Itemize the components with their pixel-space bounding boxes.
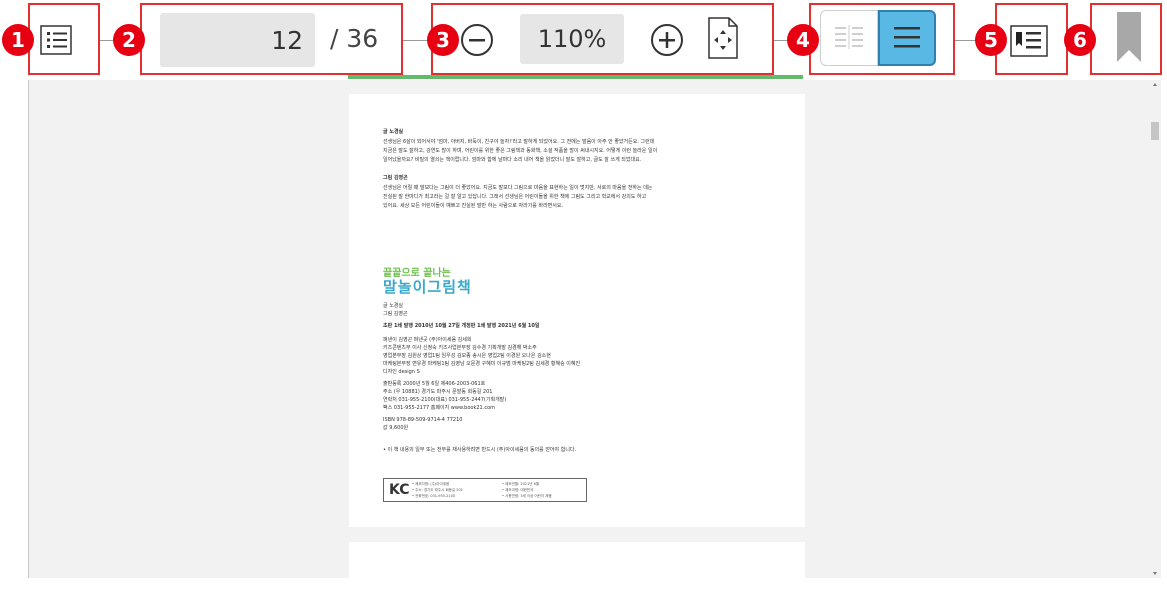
credit-author: 글 노경실 — [383, 303, 403, 309]
cert-line: • 제조자명: (주)아이세움 — [412, 482, 450, 486]
cert-line: • 주소: 경기도 파주시 회동길 201 — [412, 488, 463, 492]
next-document-page — [349, 542, 805, 602]
scroll-up-arrow-icon — [1153, 83, 1157, 86]
zoom-out-icon — [461, 24, 493, 56]
zoom-out-button[interactable] — [460, 23, 494, 57]
isbn-line: ISBN 978-89-509-9714-4 77210 — [383, 417, 463, 423]
publisher-line: 연락처 031-955-2100(대표) 031-955-2447(기획개발) — [383, 397, 507, 403]
cert-line: • 제조국명: 대한민국 — [502, 488, 534, 492]
zoom-level-display[interactable]: 110% — [520, 14, 624, 64]
single-page-view-button[interactable] — [878, 10, 936, 66]
callout-badge-5: 5 — [975, 24, 1007, 56]
callout-badge-3: 3 — [427, 24, 459, 56]
two-page-view-icon — [835, 25, 863, 49]
single-page-view-icon — [894, 27, 920, 48]
callout-badge-6: 6 — [1064, 24, 1096, 56]
total-pages-label: / 36 — [330, 24, 379, 53]
vertical-scrollbar[interactable] — [1149, 80, 1161, 578]
current-page-input[interactable]: 12 — [160, 13, 315, 67]
fit-page-button[interactable] — [706, 16, 740, 60]
fit-page-icon — [708, 17, 738, 59]
para1-line: 선생님은 6살이 되어서야 '엄마, 아버지, 바둑이, 친구야 놀자!'라고 … — [383, 139, 655, 145]
toc-list-icon — [40, 25, 72, 55]
publisher-line: 출판등록 2000년 5월 6일 제406-2003-061호 — [383, 381, 486, 387]
staff-line: 펴낸이 김영곤 펴낸곳 (주)아이세움 김세희 — [383, 337, 472, 343]
series-logo-title: 말놀이그림책 — [383, 278, 472, 296]
zoom-in-icon — [651, 24, 683, 56]
bookmark-icon — [1117, 12, 1141, 62]
para1-line: 일어났을까요? 비밀의 열쇠는 책이랍니다. 엄마와 함께 날마다 소리 내어 … — [383, 157, 642, 163]
edition-line: 초판 1쇄 발행 2010년 10월 27일 개정판 1쇄 발행 2021년 6… — [383, 323, 540, 329]
publisher-line: 팩스 031-955-2177 홈페이지 www.book21.com — [383, 405, 496, 411]
zoom-in-button[interactable] — [650, 23, 684, 57]
viewer-toolbar: 1 12 / 36 2 110% 3 4 5 6 — [0, 0, 1167, 80]
scrollbar-thumb[interactable] — [1151, 122, 1159, 140]
para2-line: 있어요. 세상 모든 어린이들이 예쁘고 진실된 말만 하는 사람으로 자라기를… — [383, 203, 564, 209]
document-page: 글 노경실 선생님은 6살이 되어서야 '엄마, 아버지, 바둑이, 친구야 놀… — [349, 94, 805, 527]
staff-line: 키즈콘텐츠부 이사 신정숙 키즈사업본부장 김수경 기획개발 김경해 박소주 — [383, 345, 537, 351]
staff-line: 디자인 design S — [383, 369, 420, 375]
para1-line: 지금은 말도 잘하고, 강연도 많이 하며, 어린이를 위한 좋은 그림책과 동… — [383, 148, 658, 154]
reading-progress-bar — [348, 75, 803, 79]
cert-line: • 사용연령: 3세 이상 어린이 제품 — [502, 494, 552, 498]
para2-line: 진실된 말 한마디가 최고라는 걸 잘 알고 있답니다. 그래서 선생님은 어린… — [383, 194, 647, 200]
kc-mark: KC — [389, 482, 410, 498]
cert-line: • 전화번호: 031-955-2100 — [412, 494, 456, 498]
para1-title: 글 노경실 — [383, 129, 404, 135]
bookmark-list-icon — [1010, 25, 1048, 57]
document-viewer[interactable]: 글 노경실 선생님은 6살이 되어서야 '엄마, 아버지, 바둑이, 친구야 놀… — [28, 80, 1161, 602]
publisher-line: 주소 (우 10881) 경기도 파주시 문발동 회동길 201 — [383, 389, 493, 395]
para2-line: 선생님은 어릴 때 말보다는 그림이 더 좋았어요. 지금도 말보다 그림으로 … — [383, 185, 653, 191]
staff-line: 영업본부장 김원상 영업1팀 임우성 김모종 송시은 영업2팀 이경원 오나은 … — [383, 353, 551, 359]
para2-title: 그림 김영곤 — [383, 175, 408, 181]
bookmark-button[interactable] — [1116, 12, 1142, 64]
two-page-view-button[interactable] — [820, 10, 878, 66]
bookmark-list-button[interactable] — [1009, 24, 1049, 58]
callout-badge-1: 1 — [2, 24, 34, 56]
staff-line: 마케팅본부장 변유경 마케팅1팀 김영남 오문경 구혜미 이규범 마케팅2팀 김… — [383, 361, 581, 367]
copyright-notice: • 이 책 내용의 일부 또는 전부를 재사용하려면 반드시 (주)아이세움의 … — [383, 447, 577, 453]
scroll-down-arrow-icon — [1153, 572, 1157, 575]
price-line: 값 9,600원 — [383, 425, 409, 431]
kc-certification-box: KC • 제조자명: (주)아이세움 • 주소: 경기도 파주시 회동길 201… — [383, 478, 587, 502]
cert-line: • 제조연월: 2021년 6월 — [502, 482, 540, 486]
toc-button[interactable] — [39, 24, 73, 56]
credit-illustrator: 그림 김영곤 — [383, 311, 408, 317]
callout-badge-2: 2 — [113, 24, 145, 56]
callout-badge-4: 4 — [787, 24, 819, 56]
